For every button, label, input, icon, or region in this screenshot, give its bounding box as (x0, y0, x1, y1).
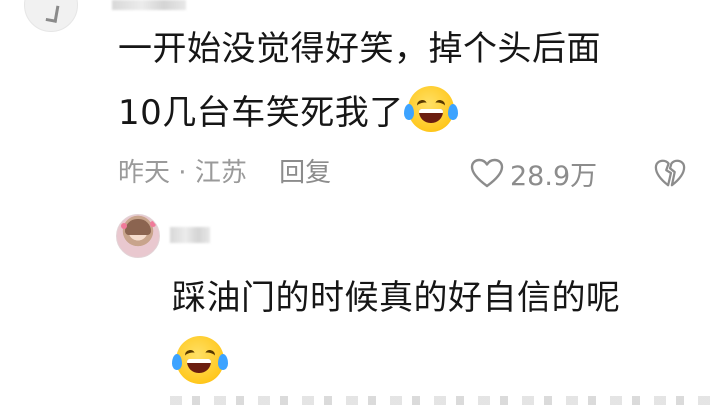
reply-avatar[interactable] (116, 214, 160, 258)
commenter-username-blurred[interactable] (112, 0, 186, 10)
reply-username-blurred[interactable] (170, 227, 210, 243)
tear-right (218, 354, 228, 370)
avatar-glyph (45, 4, 60, 23)
reply-emoji (172, 336, 228, 384)
laughing-crying-emoji-icon (403, 86, 458, 132)
cropped-next-line (170, 396, 710, 405)
emoji-mouth (187, 359, 211, 373)
comment-time: 昨天 (118, 158, 171, 188)
laughing-crying-emoji-icon (172, 336, 228, 384)
comment-text-line-1: 一开始没觉得好笑，掉个头后面 (118, 29, 601, 69)
reply-text: 踩油门的时候真的好自信的呢 (172, 278, 621, 318)
avatar-hair (125, 219, 151, 235)
reply-button[interactable]: 回复 (279, 158, 331, 188)
comment-text-line-2-text: 10几台车笑死我了 (118, 93, 404, 133)
comment-location: 江苏 (194, 158, 247, 188)
tear-left (172, 354, 182, 370)
avatar-flower (150, 221, 156, 227)
avatar-flower (121, 223, 127, 229)
comment-text-line-2: 10几台车笑死我了 (118, 84, 458, 142)
broken-heart-icon[interactable] (654, 157, 686, 189)
emoji-mouth (418, 109, 443, 123)
tear-right (447, 104, 458, 120)
tear-left (403, 104, 414, 120)
meta-separator: · (178, 158, 187, 188)
commenter-avatar[interactable] (24, 0, 78, 32)
like-count: 28.9万 (510, 160, 598, 192)
like-button[interactable]: 28.9万 (470, 150, 597, 196)
heart-icon (470, 158, 504, 188)
comment-meta: 昨天 · 江苏 回复 (118, 150, 331, 196)
